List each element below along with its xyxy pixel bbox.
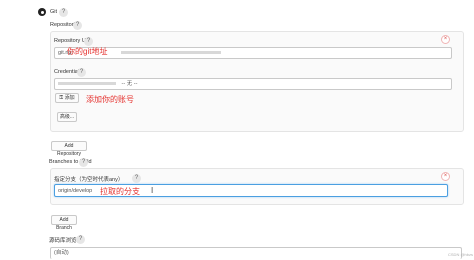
branch-value: origin/develop (58, 188, 93, 194)
git-label: Git (50, 9, 58, 15)
add-branch-label: Add Branch (56, 217, 72, 231)
credentials-help-icon[interactable]: ? (77, 68, 86, 77)
watermark: CSDN @hbzs (448, 252, 473, 257)
credentials-value: -- 无 -- (121, 81, 138, 87)
repo-url-annotation: 你的git地址 (67, 47, 108, 56)
branch-specifier-help-icon[interactable]: ? (132, 174, 141, 183)
repo-browser-select[interactable]: (自动) (50, 247, 462, 259)
repo-url-blur (120, 51, 221, 55)
branches-help-icon[interactable]: ? (79, 158, 88, 167)
repo-url-help-icon[interactable]: ? (84, 37, 93, 46)
repositories-help-icon[interactable]: ? (73, 21, 82, 30)
add-credentials-button[interactable]: ⚿ 添加 (55, 93, 79, 103)
credentials-select[interactable]: -- 无 -- (54, 78, 452, 90)
advanced-button-label: 高级... (59, 114, 75, 120)
remove-repository-icon[interactable]: × (441, 35, 450, 44)
branch-annotation: 拉取的分支 (100, 187, 140, 196)
credentials-blur (58, 82, 116, 86)
git-radio[interactable] (38, 8, 46, 16)
advanced-button[interactable]: 高级... (57, 112, 77, 122)
add-credentials-label: 添加 (64, 95, 75, 101)
repo-browser-value: (自动) (54, 250, 69, 256)
add-branch-button[interactable]: Add Branch (51, 215, 77, 231)
repo-url-input[interactable]: git.ngt (54, 47, 452, 59)
add-repository-button[interactable]: Add Repository (51, 141, 87, 157)
add-repository-label: Add Repository (57, 143, 81, 157)
repo-browser-help-icon[interactable]: ? (76, 235, 85, 244)
add-key-icon: ⚿ (59, 95, 64, 101)
remove-branch-icon[interactable]: × (441, 172, 450, 181)
git-help-icon[interactable]: ? (59, 8, 68, 17)
branch-specifier-label: 指定分支（为空时代表any） (54, 177, 124, 183)
credentials-annotation: 添加你的账号 (86, 95, 134, 104)
text-cursor-icon: I (151, 186, 154, 195)
